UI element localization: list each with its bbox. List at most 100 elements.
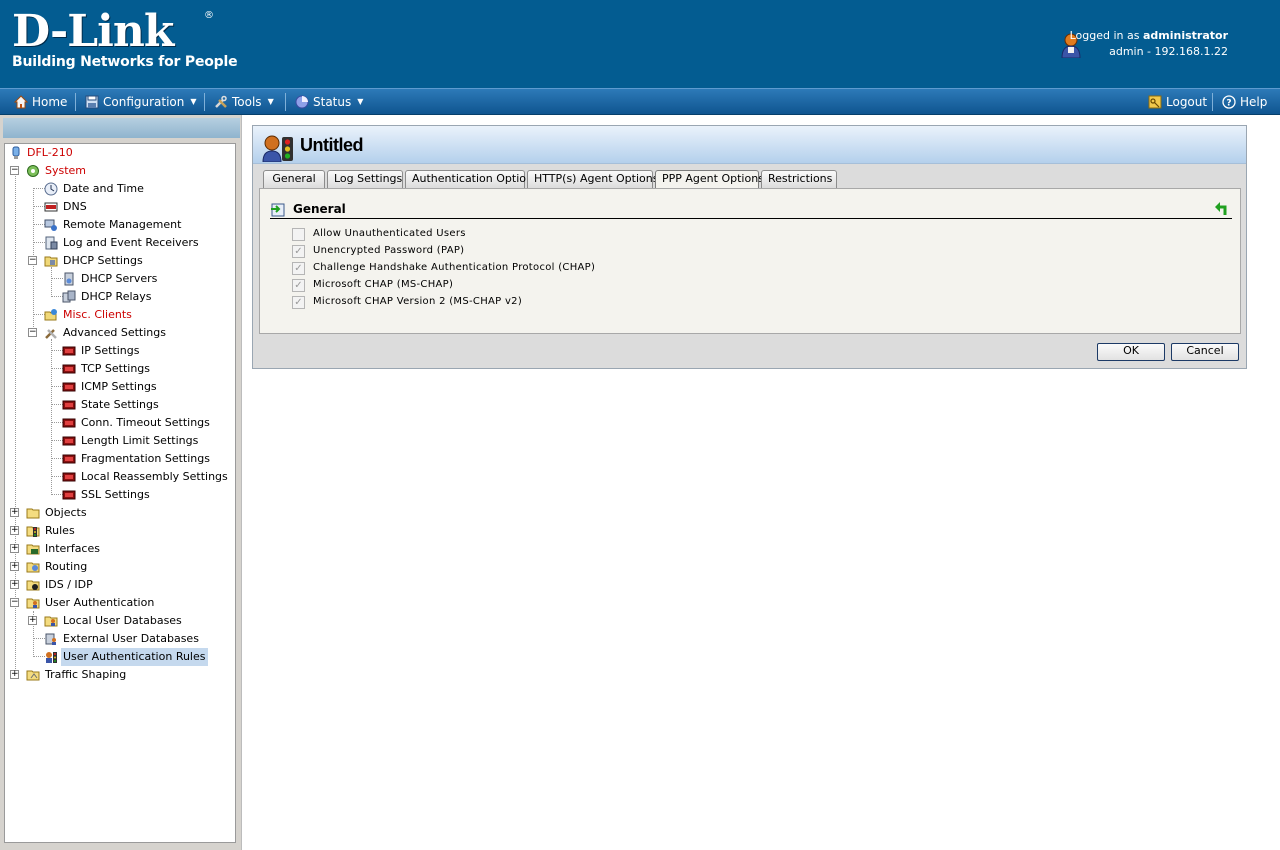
tab-log-settings[interactable]: Log Settings bbox=[327, 170, 403, 188]
icmp-settings-icon bbox=[62, 382, 76, 392]
collapse-icon[interactable]: − bbox=[28, 328, 37, 337]
menu-separator bbox=[285, 93, 286, 111]
expand-icon[interactable]: + bbox=[28, 616, 37, 625]
menu-home[interactable]: Home bbox=[14, 89, 67, 115]
tree-label: DFL-210 bbox=[27, 146, 73, 159]
expand-icon[interactable]: + bbox=[10, 562, 19, 571]
checkbox-pap[interactable]: ✓ bbox=[292, 245, 305, 258]
user-auth-folder-icon bbox=[26, 598, 40, 609]
tcp-settings-icon bbox=[62, 364, 76, 374]
menu-status-label: Status bbox=[313, 95, 352, 109]
cancel-button[interactable]: Cancel bbox=[1171, 343, 1239, 361]
floppy-disk-icon bbox=[85, 95, 99, 109]
expand-icon[interactable]: + bbox=[10, 670, 19, 679]
dhcp-folder-icon bbox=[44, 256, 58, 267]
title-bar: Untitled bbox=[253, 126, 1246, 164]
tree-label: Routing bbox=[45, 560, 88, 573]
section-arrow-icon bbox=[271, 203, 285, 217]
ssl-settings-icon bbox=[62, 490, 76, 500]
tree-label: Misc. Clients bbox=[63, 308, 132, 321]
user-auth-rule-icon bbox=[262, 135, 293, 162]
tree-label: Objects bbox=[45, 506, 87, 519]
conn-timeout-icon bbox=[62, 418, 76, 428]
logo-registered-mark: ® bbox=[204, 10, 214, 21]
expand-icon[interactable]: + bbox=[10, 544, 19, 553]
chevron-down-icon: ▼ bbox=[190, 97, 197, 106]
tree-label: Local User Databases bbox=[63, 614, 182, 627]
remote-management-icon bbox=[44, 219, 57, 231]
expand-icon[interactable]: + bbox=[10, 508, 19, 517]
login-username: administrator bbox=[1142, 29, 1228, 42]
checkbox-ms-chap-v2[interactable]: ✓ bbox=[292, 296, 305, 309]
option-label: Unencrypted Password (PAP) bbox=[313, 245, 465, 256]
tab-ppp-agent-options[interactable]: PPP Agent Options bbox=[655, 170, 764, 189]
menu-tools-label: Tools bbox=[232, 95, 262, 109]
tree-label: DHCP Relays bbox=[81, 290, 152, 303]
collapse-icon[interactable]: − bbox=[28, 256, 37, 265]
collapse-icon[interactable]: − bbox=[10, 598, 19, 607]
tab-content: General Allow Unauthenticated Users ✓ Un… bbox=[259, 188, 1241, 334]
login-prefix: Logged in as bbox=[1069, 29, 1140, 42]
menu-separator bbox=[75, 93, 76, 111]
tree-connector bbox=[51, 339, 52, 493]
menu-status[interactable]: Status ▼ bbox=[295, 89, 363, 115]
ok-button[interactable]: OK bbox=[1097, 343, 1165, 361]
menu-help[interactable]: ? Help bbox=[1222, 89, 1267, 115]
session-info: admin - 192.168.1.22 bbox=[1109, 45, 1228, 58]
section-title: General bbox=[293, 202, 346, 216]
tree-label: TCP Settings bbox=[81, 362, 151, 375]
gear-icon bbox=[27, 165, 39, 177]
dhcp-server-icon bbox=[64, 272, 74, 286]
menu-configuration[interactable]: Configuration ▼ bbox=[85, 89, 197, 115]
clock-icon bbox=[44, 182, 58, 196]
tab-https-agent-options[interactable]: HTTP(s) Agent Options bbox=[527, 170, 658, 188]
tree-label: Traffic Shaping bbox=[45, 668, 127, 681]
collapse-icon[interactable]: − bbox=[10, 166, 19, 175]
help-icon: ? bbox=[1222, 95, 1236, 109]
header-bar: D-Link ® Building Networks for People Lo… bbox=[0, 0, 1280, 88]
navigation-tree: DFL-210 − System Date and Time DNS Remot… bbox=[4, 143, 236, 843]
tree-label: IDS / IDP bbox=[45, 578, 93, 591]
option-label: Challenge Handshake Authentication Proto… bbox=[313, 262, 596, 273]
tree-label: SSL Settings bbox=[81, 488, 150, 501]
tree-label: Fragmentation Settings bbox=[81, 452, 210, 465]
checkbox-ms-chap[interactable]: ✓ bbox=[292, 279, 305, 292]
sidebar-header-strip bbox=[3, 118, 240, 138]
option-label: Microsoft CHAP (MS-CHAP) bbox=[313, 279, 454, 290]
tab-restrictions[interactable]: Restrictions bbox=[761, 170, 837, 188]
interfaces-folder-icon bbox=[26, 544, 40, 555]
checkbox-chap[interactable]: ✓ bbox=[292, 262, 305, 275]
tree-label: DHCP Settings bbox=[63, 254, 143, 267]
option-label: Microsoft CHAP Version 2 (MS-CHAP v2) bbox=[313, 296, 523, 307]
expand-icon[interactable]: + bbox=[10, 526, 19, 535]
menu-separator bbox=[1212, 93, 1213, 111]
tree-label: External User Databases bbox=[63, 632, 199, 645]
tree-label: Date and Time bbox=[63, 182, 144, 195]
tab-general[interactable]: General bbox=[263, 170, 325, 188]
chevron-down-icon: ▼ bbox=[357, 97, 364, 106]
dhcp-relay-icon bbox=[62, 290, 76, 303]
menu-separator bbox=[204, 93, 205, 111]
rules-folder-icon bbox=[26, 526, 40, 537]
menu-logout[interactable]: Logout bbox=[1148, 89, 1207, 115]
dns-icon bbox=[44, 202, 58, 212]
menu-tools[interactable]: Tools ▼ bbox=[214, 89, 274, 115]
tree-label: Rules bbox=[45, 524, 75, 537]
traffic-shaping-folder-icon bbox=[26, 670, 40, 681]
option-label: Allow Unauthenticated Users bbox=[313, 228, 466, 239]
tree-label: Conn. Timeout Settings bbox=[81, 416, 210, 429]
expand-icon[interactable]: + bbox=[10, 580, 19, 589]
checkbox-allow-unauthenticated[interactable] bbox=[292, 228, 305, 241]
length-limit-icon bbox=[62, 436, 76, 446]
tree-label: User Authentication Rules bbox=[61, 648, 208, 666]
menu-bar: Home Configuration ▼ Tools ▼ Status ▼ Lo… bbox=[0, 88, 1280, 115]
device-icon bbox=[12, 146, 20, 159]
tab-authentication-options[interactable]: Authentication Options bbox=[405, 170, 539, 188]
reset-arrow-icon[interactable] bbox=[1214, 201, 1228, 217]
external-user-db-icon bbox=[45, 633, 56, 645]
tree-label: DHCP Servers bbox=[81, 272, 158, 285]
log-receiver-icon bbox=[45, 236, 58, 250]
tree-label: Interfaces bbox=[45, 542, 100, 555]
tree-label: System bbox=[45, 164, 87, 177]
chevron-down-icon: ▼ bbox=[267, 97, 274, 106]
